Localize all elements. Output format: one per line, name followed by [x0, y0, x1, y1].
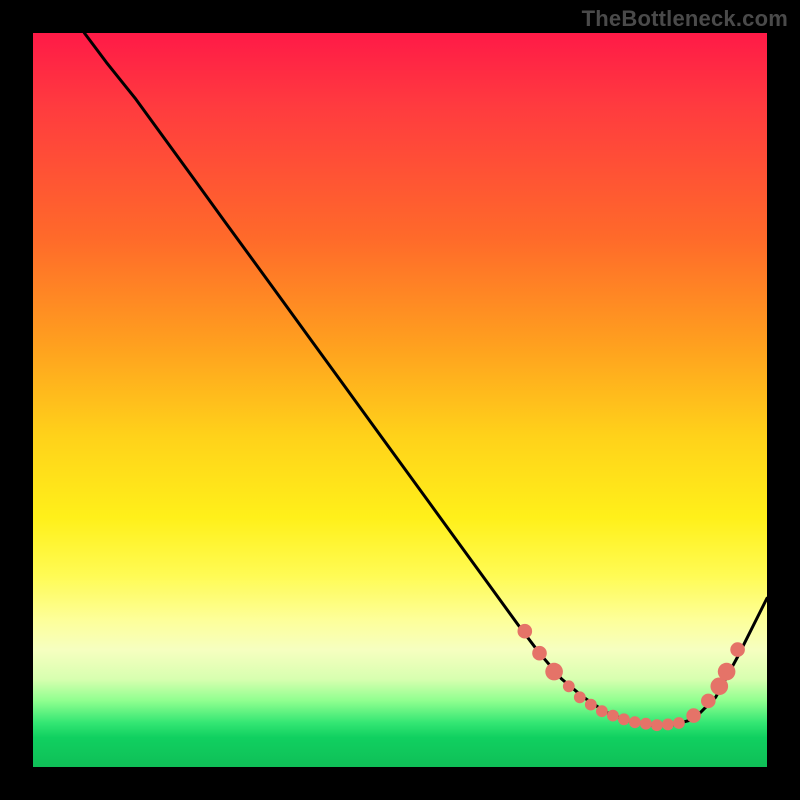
curve-marker — [585, 699, 597, 711]
curve-marker — [618, 713, 630, 725]
curve-marker — [607, 710, 619, 722]
plot-area — [33, 33, 767, 767]
curve-marker — [574, 691, 586, 703]
curve-layer — [33, 33, 767, 767]
curve-marker — [629, 716, 641, 728]
curve-marker — [640, 718, 652, 730]
bottleneck-curve — [84, 33, 767, 725]
chart-stage: TheBottleneck.com — [0, 0, 800, 800]
curve-marker — [545, 663, 563, 681]
curve-marker — [686, 708, 701, 723]
curve-marker — [596, 705, 608, 717]
curve-marker — [701, 694, 716, 709]
curve-marker — [532, 646, 547, 661]
curve-marker — [730, 642, 745, 657]
curve-marker — [563, 680, 575, 692]
curve-marker — [718, 663, 736, 681]
curve-marker — [651, 719, 663, 731]
curve-marker — [662, 719, 674, 731]
curve-marker — [518, 624, 533, 639]
curve-markers — [518, 624, 745, 731]
watermark-label: TheBottleneck.com — [582, 6, 788, 32]
curve-marker — [673, 717, 685, 729]
